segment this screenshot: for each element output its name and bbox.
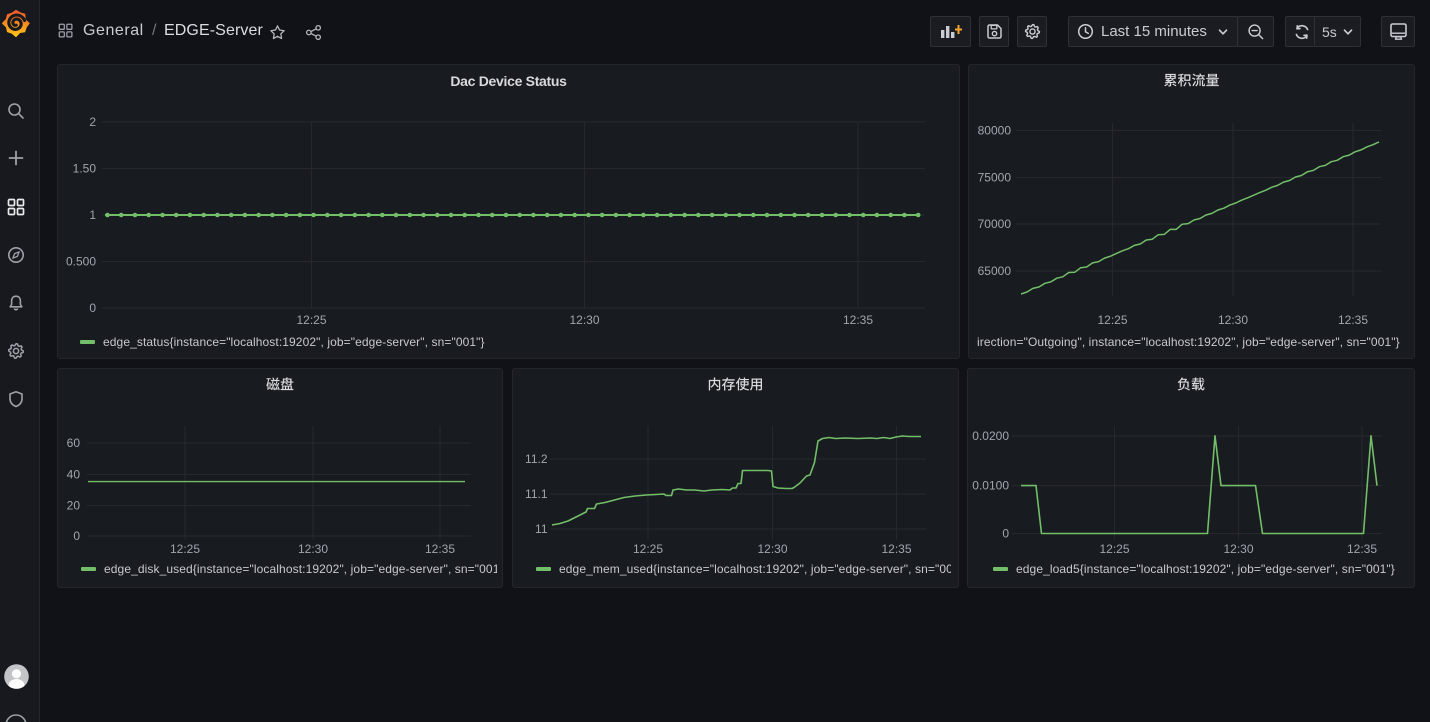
svg-text:0: 0 xyxy=(73,529,80,543)
svg-text:0: 0 xyxy=(89,301,96,315)
svg-text:12:35: 12:35 xyxy=(881,542,911,556)
svg-text:60: 60 xyxy=(67,436,81,450)
svg-text:0.500: 0.500 xyxy=(66,255,96,269)
svg-text:12:30: 12:30 xyxy=(569,313,599,327)
svg-text:12:35: 12:35 xyxy=(425,542,455,556)
svg-text:11.2: 11.2 xyxy=(525,452,548,466)
svg-text:12:30: 12:30 xyxy=(298,542,328,556)
svg-text:80000: 80000 xyxy=(978,124,1012,138)
svg-text:0.0200: 0.0200 xyxy=(972,429,1009,443)
svg-text:12:25: 12:25 xyxy=(296,313,326,327)
svg-text:12:30: 12:30 xyxy=(1218,313,1248,327)
svg-text:12:35: 12:35 xyxy=(1338,313,1368,327)
svg-text:65000: 65000 xyxy=(978,264,1012,278)
svg-text:12:25: 12:25 xyxy=(633,542,663,556)
svg-text:11: 11 xyxy=(535,522,548,536)
svg-text:12:30: 12:30 xyxy=(1223,542,1253,556)
svg-text:2: 2 xyxy=(89,115,96,129)
svg-text:12:30: 12:30 xyxy=(757,542,787,556)
svg-text:12:25: 12:25 xyxy=(1099,542,1129,556)
svg-text:1.50: 1.50 xyxy=(73,162,97,176)
svg-text:40: 40 xyxy=(67,468,81,482)
svg-text:75000: 75000 xyxy=(978,171,1012,185)
svg-text:1: 1 xyxy=(89,208,96,222)
svg-text:70000: 70000 xyxy=(978,217,1012,231)
svg-text:12:35: 12:35 xyxy=(843,313,873,327)
svg-text:12:35: 12:35 xyxy=(1347,542,1377,556)
svg-text:20: 20 xyxy=(67,499,81,513)
svg-text:0.0100: 0.0100 xyxy=(972,479,1009,493)
svg-text:12:25: 12:25 xyxy=(170,542,200,556)
svg-text:0: 0 xyxy=(1002,527,1009,541)
svg-text:12:25: 12:25 xyxy=(1097,313,1127,327)
svg-text:11.1: 11.1 xyxy=(525,487,548,501)
